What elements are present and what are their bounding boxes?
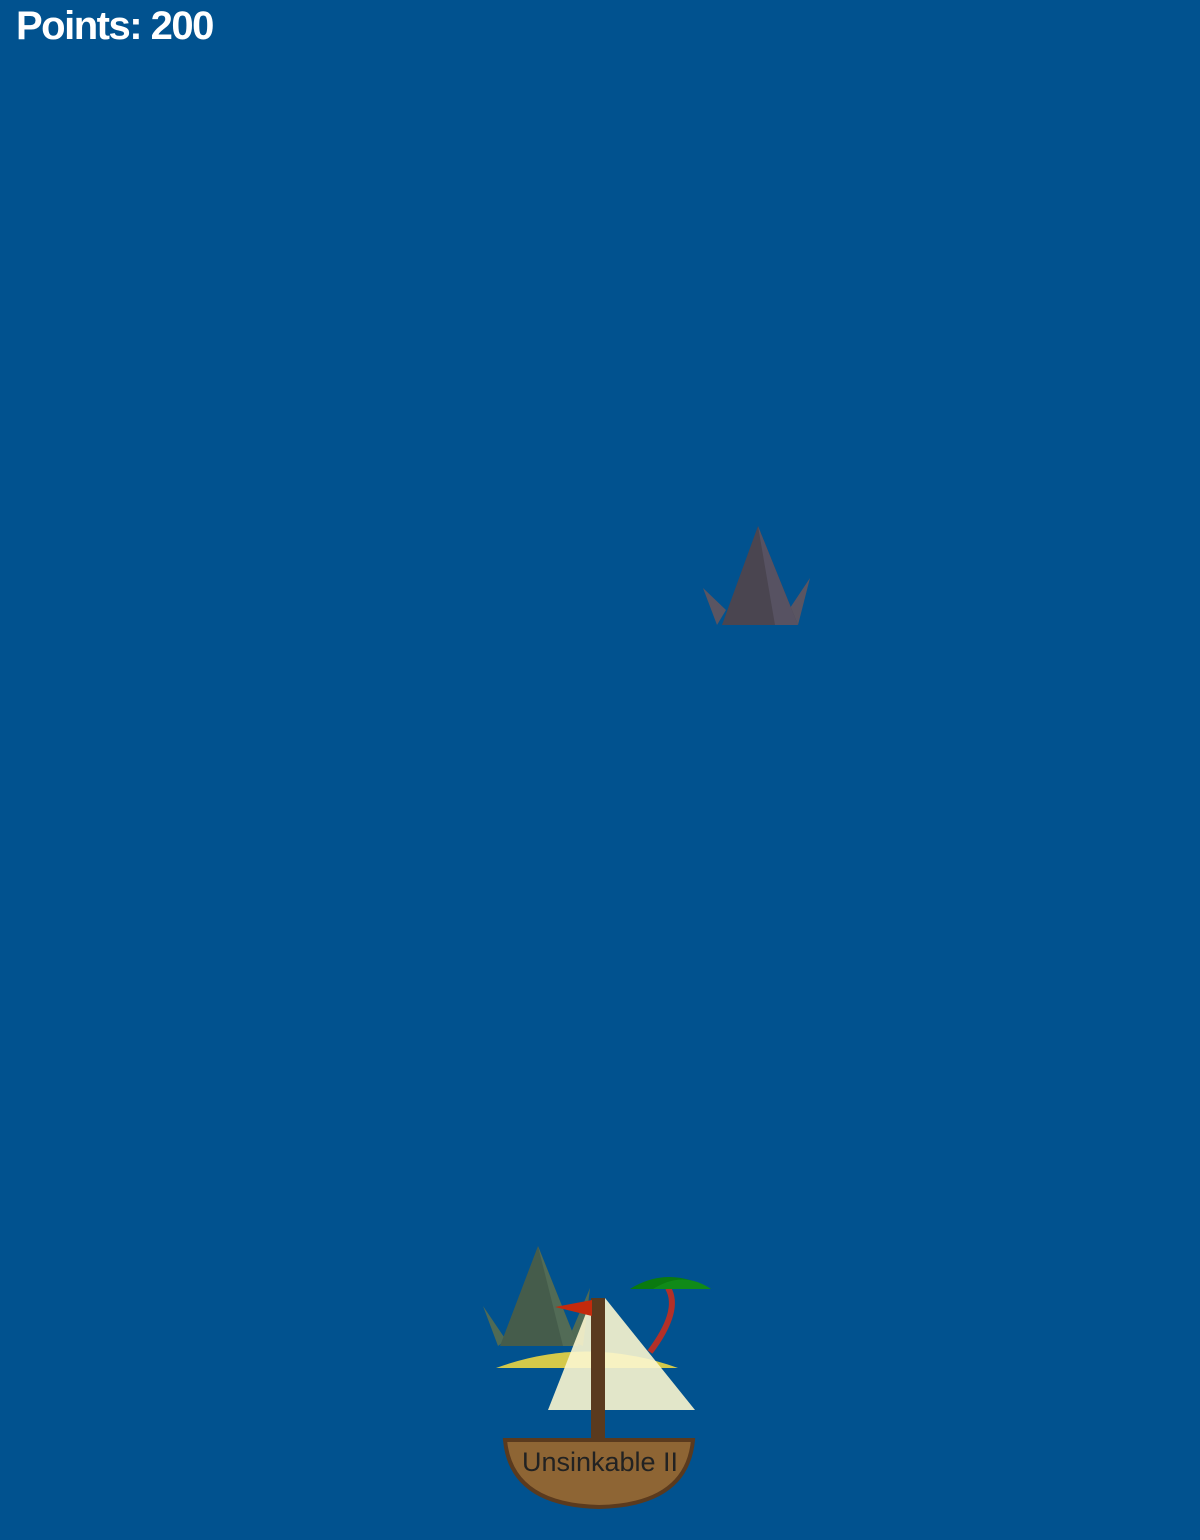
sailboat-icon [502, 1298, 696, 1510]
points-counter: Points: 200 [16, 4, 215, 49]
points-label: Points: [16, 4, 143, 48]
player-boat[interactable]: Unsinkable II [495, 1290, 705, 1520]
rock-obstacle-icon [703, 526, 810, 625]
boat-name-label: Unsinkable II [521, 1447, 679, 1477]
points-value: 200 [150, 4, 215, 48]
